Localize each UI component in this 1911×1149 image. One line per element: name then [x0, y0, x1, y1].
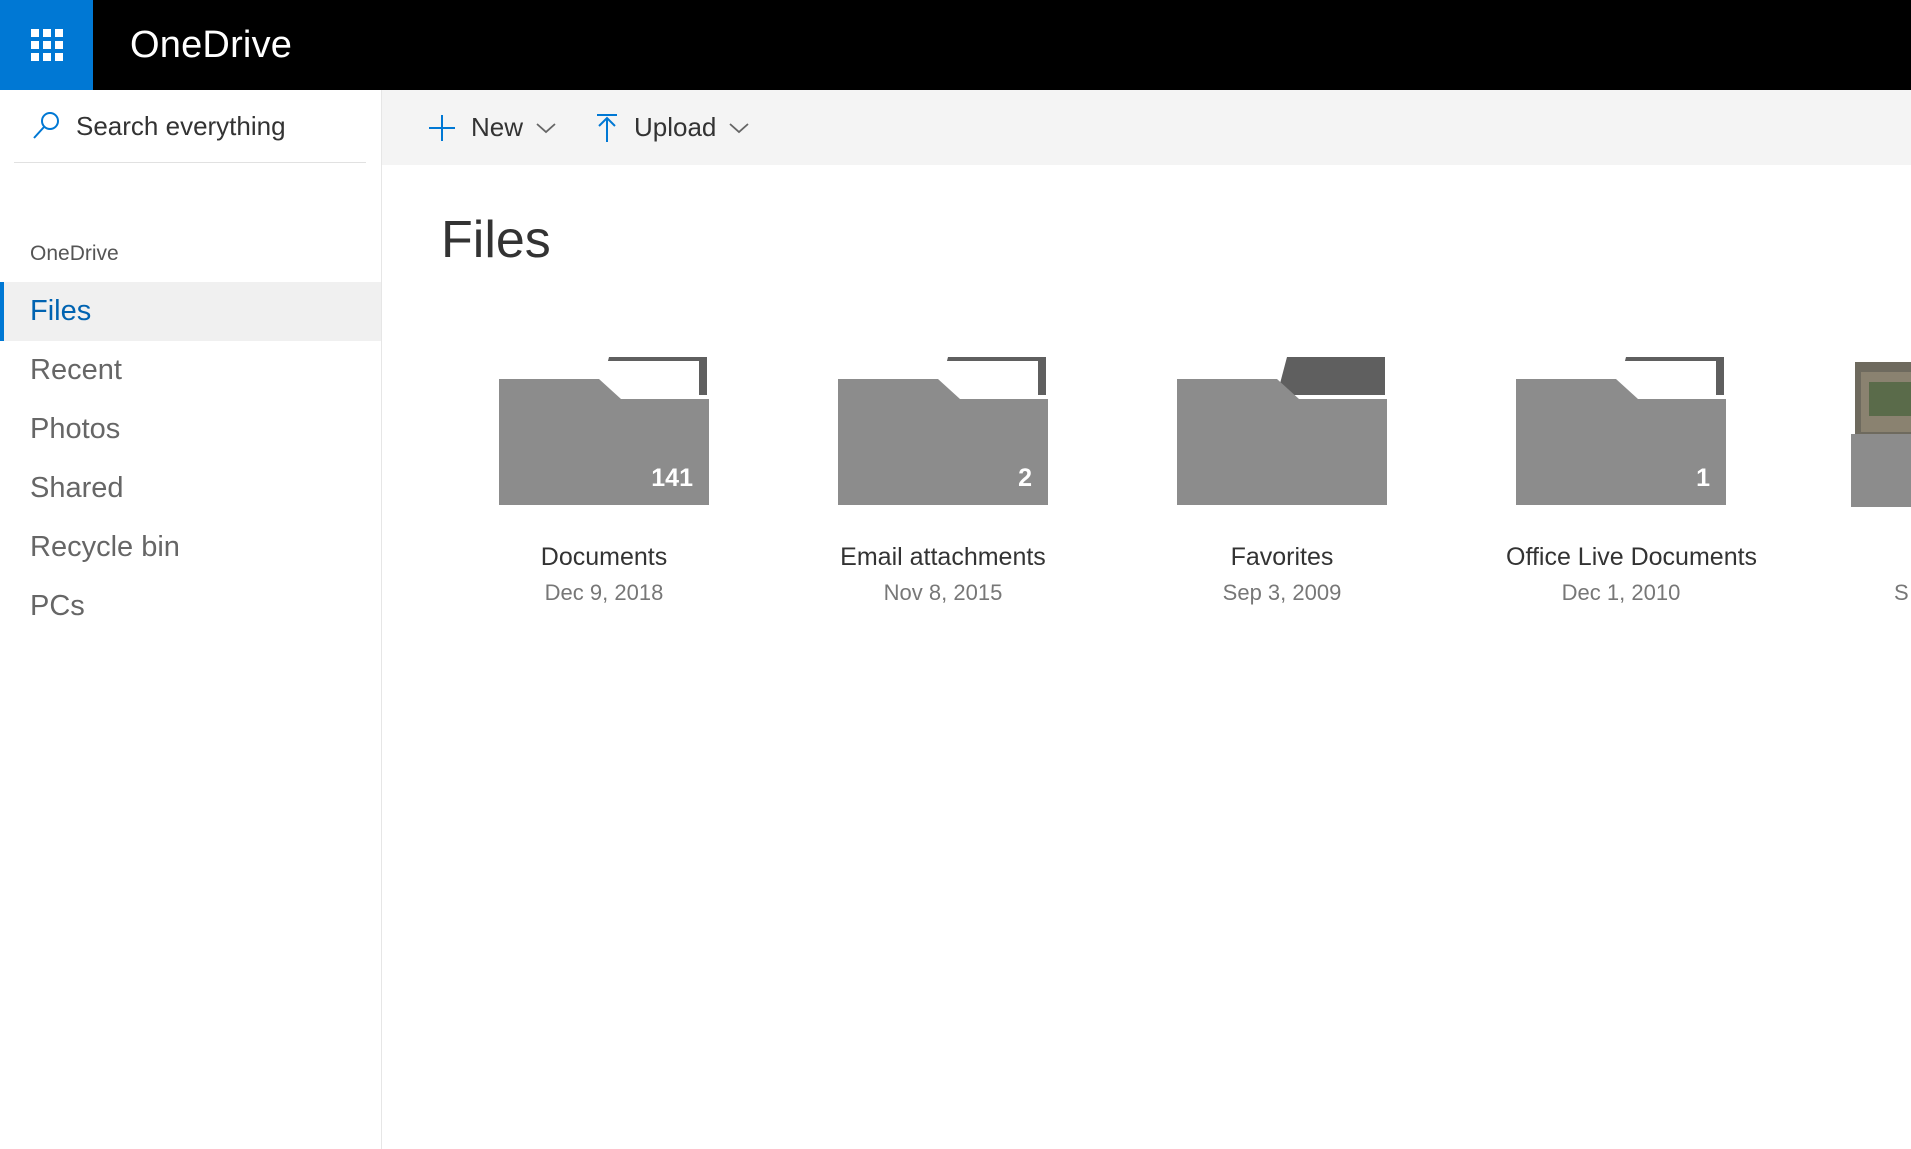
upload-icon — [597, 113, 617, 142]
new-button[interactable]: New — [427, 90, 557, 165]
nav-heading-onedrive[interactable]: OneDrive — [30, 242, 119, 266]
photo-folder-icon — [1851, 362, 1911, 507]
folder-item-count: 141 — [651, 464, 693, 492]
search-input[interactable]: Search everything — [14, 90, 366, 163]
folder-item-count: 2 — [1018, 464, 1032, 492]
search-icon — [33, 112, 59, 139]
folder-name: Favorites — [1230, 543, 1334, 571]
search-placeholder: Search everything — [76, 110, 286, 141]
folder-name: Documents — [540, 543, 668, 571]
upload-button-label: Upload — [634, 112, 717, 142]
folder-date: Dec 1, 2010 — [1561, 580, 1681, 605]
sidebar-nav: Files Recent Photos Shared Recycle bin P… — [0, 282, 381, 636]
sidebar-item-recent[interactable]: Recent — [0, 341, 381, 400]
sidebar-item-shared[interactable]: Shared — [0, 459, 381, 518]
app-title[interactable]: OneDrive — [130, 0, 292, 90]
folder-item-count: 1 — [1696, 464, 1710, 492]
sidebar-item-photos[interactable]: Photos — [0, 400, 381, 459]
folder-tile-email-attachments[interactable]: 2 Email attachments Nov 8, 2015 — [828, 355, 1058, 606]
sidebar-item-files[interactable]: Files — [0, 282, 381, 341]
folder-icon — [1177, 357, 1387, 505]
folder-tile-documents[interactable]: 141 Documents Dec 9, 2018 — [489, 355, 719, 606]
command-bar: New Upload — [382, 90, 1911, 165]
sidebar: Search everything OneDrive Files Recent … — [0, 90, 382, 1149]
folder-icon — [838, 357, 1048, 505]
top-bar: OneDrive — [0, 0, 1911, 90]
folder-tile-favorites[interactable]: Favorites Sep 3, 2009 — [1167, 355, 1397, 606]
chevron-down-icon — [729, 122, 750, 133]
folder-date: Nov 8, 2015 — [883, 580, 1003, 605]
waffle-icon — [30, 29, 63, 61]
sidebar-item-recycle-bin[interactable]: Recycle bin — [0, 518, 381, 577]
new-button-label: New — [471, 112, 524, 142]
folder-name: Email attachments — [840, 543, 1046, 571]
plus-icon — [429, 114, 455, 141]
upload-button[interactable]: Upload — [594, 90, 750, 165]
folder-icon — [1516, 357, 1726, 505]
page-title: Files — [441, 211, 551, 269]
folder-tile-office-live-documents[interactable]: 1 Office Live Documents Dec 1, 2010 — [1506, 355, 1758, 606]
sidebar-item-pcs[interactable]: PCs — [0, 577, 381, 636]
chevron-down-icon — [536, 122, 556, 133]
folder-tile-partial[interactable] — [1851, 362, 1911, 507]
folder-date: Sep 3, 2009 — [1222, 580, 1342, 605]
folder-date: Dec 9, 2018 — [544, 580, 664, 605]
app-launcher-button[interactable] — [0, 0, 93, 90]
folder-name-partial: S — [1894, 580, 1909, 605]
folder-name: Office Live Documents — [1506, 543, 1758, 571]
